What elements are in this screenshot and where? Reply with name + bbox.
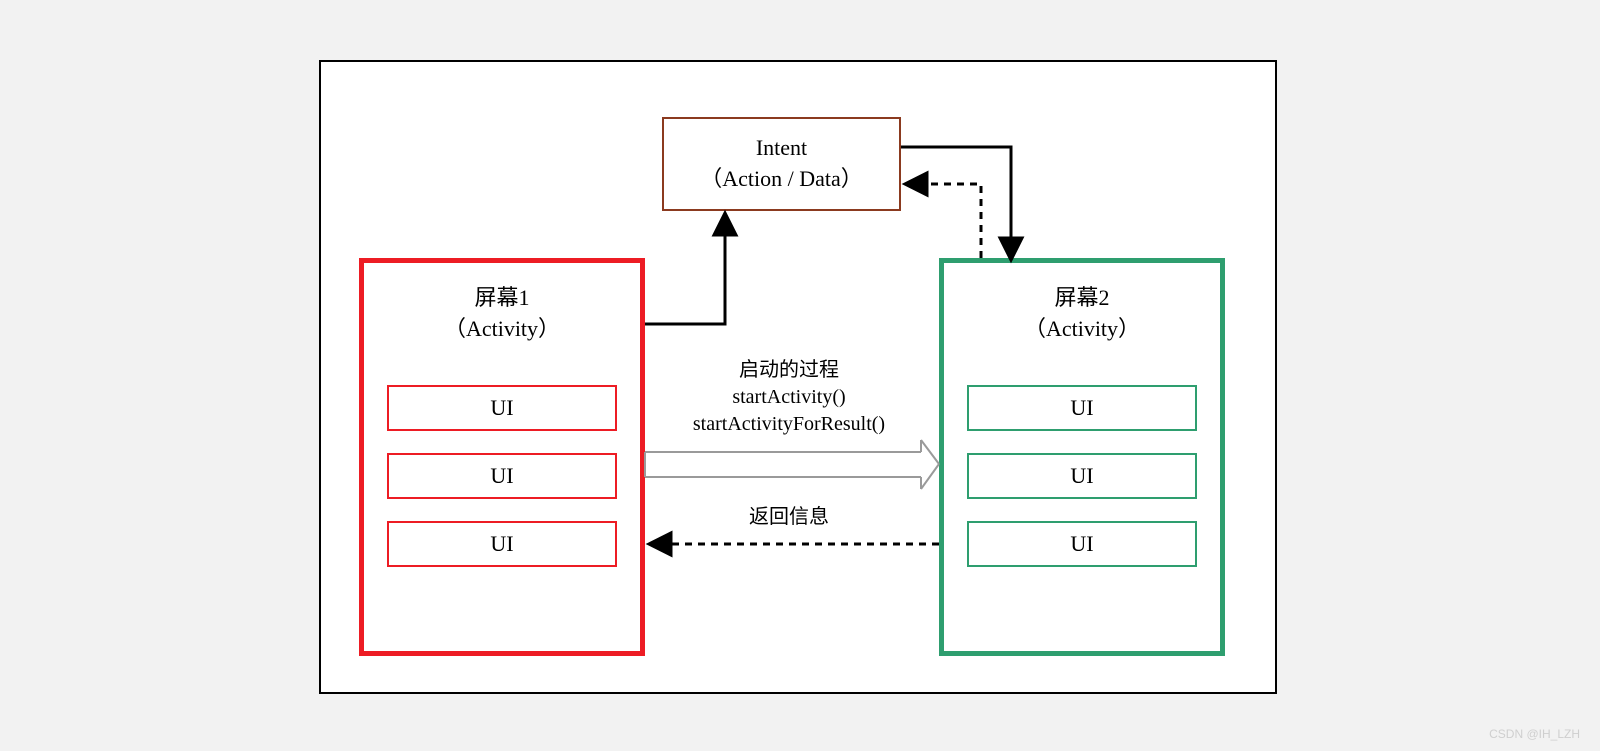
screen1-ui-2: UI (387, 453, 617, 499)
screen2-box: 屏幕2 （Activity） UI UI UI (939, 258, 1225, 656)
screen1-ui-3: UI (387, 521, 617, 567)
screen2-ui-1: UI (967, 385, 1197, 431)
screen2-ui-3: UI (967, 521, 1197, 567)
screen1-title-line2: （Activity） (444, 316, 560, 341)
outer-frame: Intent （Action / Data） 屏幕1 （Activity） UI… (319, 60, 1277, 694)
screen1-ui-1: UI (387, 385, 617, 431)
screen2-ui-2: UI (967, 453, 1197, 499)
start-process-label: 启动的过程 (654, 357, 924, 384)
return-info-label: 返回信息 (654, 504, 924, 531)
start-process-label-group: 启动的过程 startActivity() startActivityForRe… (654, 357, 924, 438)
intent-box: Intent （Action / Data） (662, 117, 901, 211)
watermark: CSDN @IH_LZH (1489, 727, 1580, 741)
screen2-title-line2: （Activity） (1024, 316, 1140, 341)
start-activity-for-result-label: startActivityForResult() (654, 411, 924, 438)
arrow-screen1-to-intent (645, 215, 725, 324)
screen2-ui-stack: UI UI UI (944, 385, 1220, 567)
diagram-canvas: Intent （Action / Data） 屏幕1 （Activity） UI… (0, 0, 1600, 751)
screen1-title: 屏幕1 （Activity） (364, 283, 640, 345)
screen1-ui-stack: UI UI UI (364, 385, 640, 567)
arrow-screen2-to-intent (907, 184, 981, 258)
intent-subtitle: （Action / Data） (664, 161, 899, 193)
arrow-intent-to-screen2 (901, 147, 1011, 258)
screen1-title-line1: 屏幕1 (474, 285, 529, 310)
screen2-title: 屏幕2 （Activity） (944, 283, 1220, 345)
start-activity-label: startActivity() (654, 384, 924, 411)
screen2-title-line1: 屏幕2 (1054, 285, 1109, 310)
screen1-box: 屏幕1 （Activity） UI UI UI (359, 258, 645, 656)
intent-title: Intent (664, 135, 899, 161)
